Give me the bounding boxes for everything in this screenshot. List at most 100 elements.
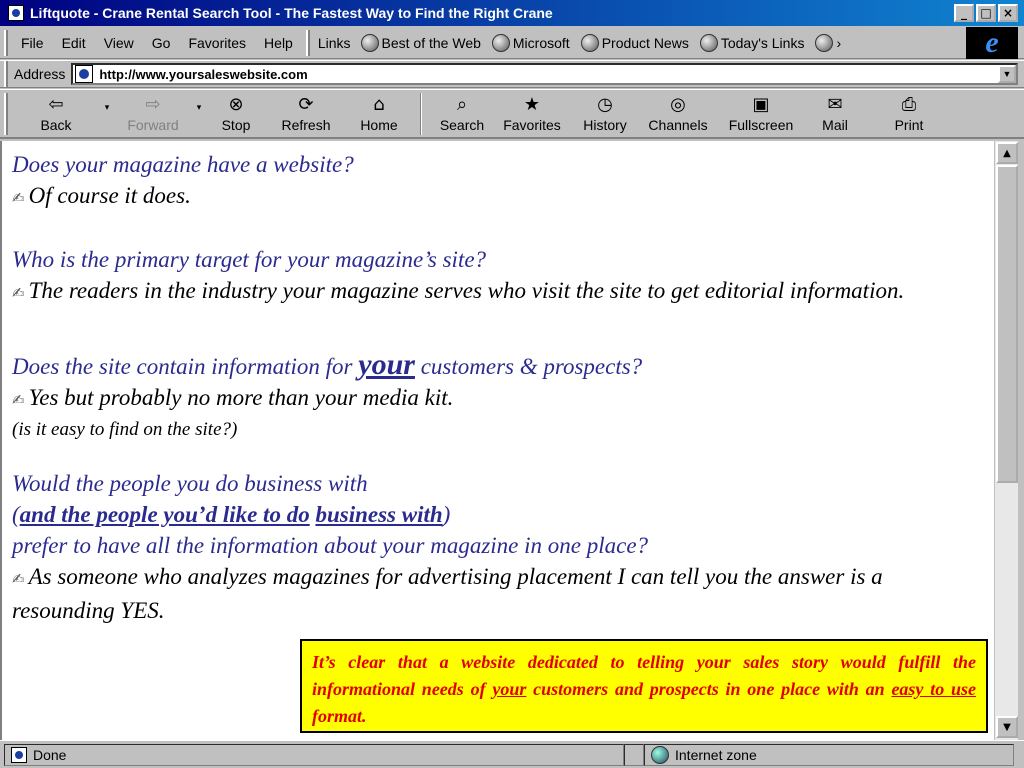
link-microsoft[interactable]: Microsoft — [488, 33, 577, 52]
callout-underline-easy: easy to use — [891, 679, 976, 699]
stop-label: Stop — [221, 116, 251, 133]
question-3-pre: Does the site contain information for — [12, 354, 359, 379]
mail-button[interactable]: ✉ Mail — [806, 91, 864, 137]
mail-label: Mail — [822, 116, 848, 133]
scroll-thumb[interactable] — [996, 165, 1018, 483]
toolbar-separator — [420, 92, 422, 135]
home-icon: ⌂ — [373, 93, 385, 115]
forward-arrow-icon: ⇨ — [145, 93, 161, 115]
fullscreen-button[interactable]: ▣ Fullscreen — [716, 91, 806, 137]
address-dropdown-icon[interactable]: ▼ — [998, 65, 1016, 83]
browser-page-icon — [8, 5, 24, 21]
status-pane: Done — [4, 743, 624, 766]
menu-favorites[interactable]: Favorites — [179, 35, 255, 51]
address-url[interactable]: http://www.yoursaleswebsite.com — [99, 67, 307, 82]
links-label[interactable]: Links — [314, 35, 357, 51]
home-button[interactable]: ⌂ Home — [346, 91, 412, 137]
menu-edit[interactable]: Edit — [53, 35, 95, 51]
fullscreen-label: Fullscreen — [728, 116, 794, 133]
globe-icon — [580, 33, 599, 52]
standard-toolbar: ⇦ Back ▾ ⇨ Forward ▾ ⊗ Stop ⟳ Refresh ⌂ … — [0, 89, 1024, 139]
back-label: Back — [40, 116, 72, 133]
question-3-emphasis: your — [358, 348, 415, 381]
history-button[interactable]: ◷ History — [570, 91, 640, 137]
internet-zone-icon — [651, 745, 669, 764]
print-label: Print — [894, 116, 924, 133]
menu-bar: File Edit View Go Favorites Help Links B… — [0, 26, 1024, 59]
link-best-of-the-web[interactable]: Best of the Web — [357, 33, 488, 52]
search-icon: ⌕ — [456, 93, 468, 115]
forward-dropdown-icon[interactable]: ▾ — [192, 103, 206, 113]
toolbar-grip[interactable] — [4, 29, 8, 56]
callout-underline-your: your — [492, 679, 527, 699]
zone-text: Internet zone — [675, 746, 757, 763]
toolbar-grip[interactable] — [4, 92, 8, 135]
back-button[interactable]: ⇦ Back — [12, 91, 100, 137]
address-label: Address — [14, 66, 66, 82]
refresh-button[interactable]: ⟳ Refresh — [266, 91, 346, 137]
question-4-link-2[interactable]: business with — [315, 502, 442, 527]
scroll-down-icon[interactable]: ▼ — [996, 716, 1018, 738]
answer-2: ✍ The readers in the industry your magazi… — [12, 275, 988, 309]
globe-icon — [360, 33, 379, 52]
question-1: Does your magazine have a website? — [12, 152, 354, 177]
globe-icon — [491, 33, 510, 52]
refresh-icon: ⟳ — [298, 93, 314, 115]
zone-pane: Internet zone — [644, 743, 1014, 766]
question-4-line-2: (and the people you’d like to do busines… — [12, 499, 988, 530]
print-button[interactable]: ⎙ Print — [864, 91, 954, 137]
back-dropdown-icon[interactable]: ▾ — [100, 103, 114, 113]
search-button[interactable]: ⌕ Search — [430, 91, 494, 137]
channels-icon: ◎ — [670, 93, 686, 115]
links-more-button[interactable]: › — [811, 33, 848, 52]
answer-3: ✍ Yes but probably no more than your medi… — [12, 382, 988, 416]
page-content: Does your magazine have a website? ✍ Of c… — [0, 141, 994, 740]
ie-logo-icon: e — [966, 26, 1018, 59]
menu-file[interactable]: File — [12, 35, 53, 51]
channels-button[interactable]: ◎ Channels — [640, 91, 716, 137]
paren-open: ( — [12, 502, 20, 527]
answer-4-text: As someone who analyzes magazines for ad… — [12, 564, 883, 623]
favorites-icon: ★ — [523, 93, 541, 115]
globe-icon — [699, 33, 718, 52]
history-icon: ◷ — [597, 93, 613, 115]
window-title: Liftquote - Crane Rental Search Tool - T… — [30, 5, 553, 21]
stop-icon: ⊗ — [228, 93, 244, 115]
status-bar: Done Internet zone — [0, 740, 1024, 768]
question-3-post: customers & prospects? — [414, 354, 643, 379]
address-input[interactable]: http://www.yoursaleswebsite.com ▼ — [71, 63, 1018, 85]
maximize-button[interactable]: □ — [976, 4, 996, 22]
favorites-button[interactable]: ★ Favorites — [494, 91, 570, 137]
link-todays-links[interactable]: Today's Links — [696, 33, 812, 52]
answer-3-text: Yes but probably no more than your media… — [28, 385, 454, 410]
answer-4: ✍ As someone who analyzes magazines for a… — [12, 561, 988, 626]
callout-box: It’s clear that a website dedicated to t… — [300, 639, 988, 733]
globe-icon — [815, 33, 834, 52]
menu-help[interactable]: Help — [255, 35, 302, 51]
menu-go[interactable]: Go — [143, 35, 180, 51]
home-label: Home — [360, 116, 398, 133]
question-4-link-1[interactable]: and the people you’d like to do — [20, 502, 310, 527]
back-arrow-icon: ⇦ — [48, 93, 64, 115]
stop-button[interactable]: ⊗ Stop — [206, 91, 266, 137]
writing-hand-icon: ✍ — [12, 570, 25, 588]
minimize-button[interactable]: _ — [954, 4, 974, 22]
links-grip[interactable] — [305, 29, 310, 56]
menu-view[interactable]: View — [95, 35, 143, 51]
scroll-up-icon[interactable]: ▲ — [996, 142, 1018, 164]
address-bar: Address http://www.yoursaleswebsite.com … — [0, 60, 1024, 88]
address-grip[interactable] — [4, 61, 8, 87]
fullscreen-icon: ▣ — [752, 93, 770, 115]
vertical-scrollbar[interactable]: ▲ ▼ — [994, 141, 1018, 740]
title-bar: Liftquote - Crane Rental Search Tool - T… — [0, 0, 1024, 26]
article-text: Does your magazine have a website? ✍ Of c… — [12, 149, 988, 626]
channels-label: Channels — [648, 116, 708, 133]
status-text: Done — [33, 746, 67, 763]
writing-hand-icon: ✍ — [12, 284, 25, 302]
link-product-news[interactable]: Product News — [577, 33, 696, 52]
close-button[interactable]: × — [998, 4, 1018, 22]
writing-hand-icon: ✍ — [12, 391, 25, 409]
forward-button[interactable]: ⇨ Forward — [114, 91, 192, 137]
callout-text-post: format. — [312, 706, 367, 726]
search-label: Search — [439, 116, 485, 133]
